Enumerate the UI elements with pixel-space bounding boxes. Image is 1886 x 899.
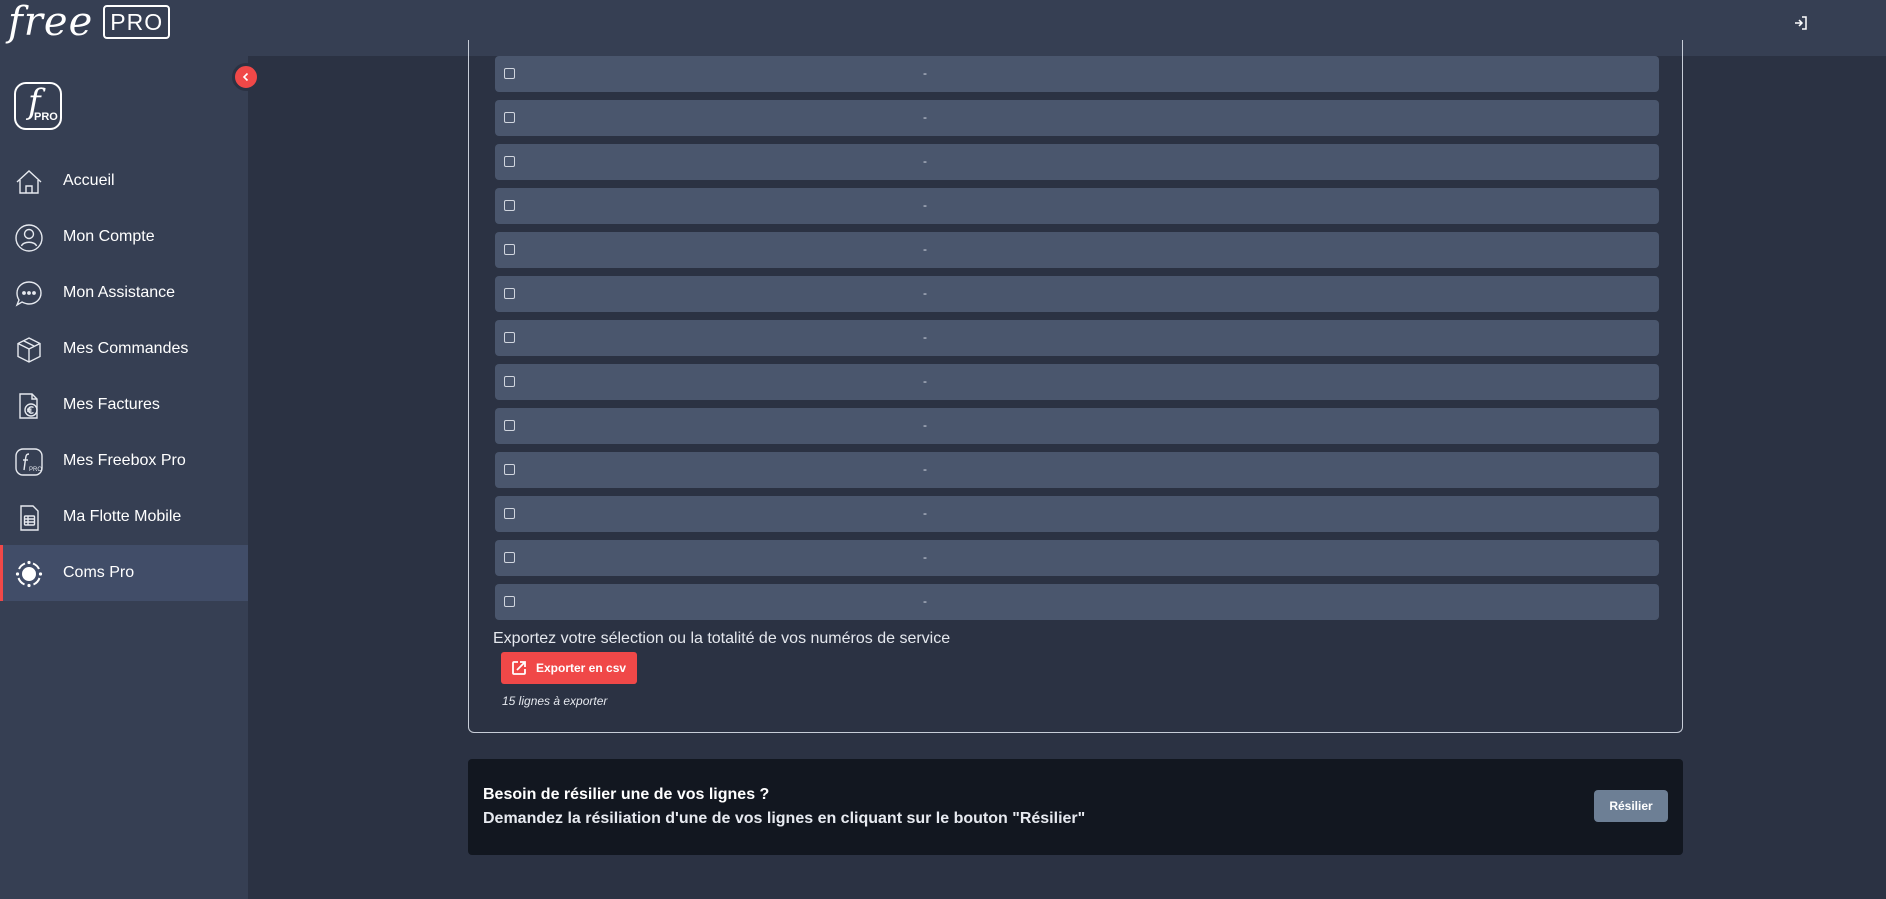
sidebar-nav: Accueil Mon Compte Mon Assistance Mes Co… <box>0 153 248 601</box>
sidebar-item-label: Accueil <box>63 172 115 189</box>
row-checkbox[interactable] <box>504 596 515 607</box>
list-item: - <box>495 364 1659 400</box>
home-icon <box>16 170 42 194</box>
sidebar-item-mes-commandes[interactable]: Mes Commandes <box>0 321 248 377</box>
row-value: - <box>923 154 927 168</box>
row-checkbox[interactable] <box>504 112 515 123</box>
service-number-list: - - - - - - - - - - - - - <box>495 56 1659 628</box>
row-value: - <box>923 66 927 80</box>
row-checkbox[interactable] <box>504 464 515 475</box>
invoice-euro-icon <box>19 393 38 419</box>
row-value: - <box>923 242 927 256</box>
logout-icon[interactable] <box>1792 14 1810 32</box>
row-value: - <box>923 594 927 608</box>
sidebar-item-label: Coms Pro <box>63 564 135 581</box>
row-value: - <box>923 550 927 564</box>
sidebar-item-mes-freebox-pro[interactable]: PRO Mes Freebox Pro <box>0 433 248 489</box>
list-item: - <box>495 276 1659 312</box>
resilier-button[interactable]: Résilier <box>1594 790 1668 822</box>
list-item: - <box>495 56 1659 92</box>
list-item: - <box>495 584 1659 620</box>
sidebar-item-mon-assistance[interactable]: Mon Assistance <box>0 265 248 321</box>
row-checkbox[interactable] <box>504 156 515 167</box>
chat-bubble-icon <box>15 281 42 307</box>
row-checkbox[interactable] <box>504 288 515 299</box>
row-value: - <box>923 286 927 300</box>
row-value: - <box>923 110 927 124</box>
sidebar-item-label: Mon Compte <box>63 228 155 245</box>
list-item: - <box>495 144 1659 180</box>
row-value: - <box>923 330 927 344</box>
svg-text:PRO: PRO <box>29 467 42 473</box>
row-value: - <box>923 198 927 212</box>
sidebar-item-label: Ma Flotte Mobile <box>63 508 182 525</box>
list-item: - <box>495 232 1659 268</box>
sidebar-item-label: Mes Commandes <box>63 340 189 357</box>
sidebar-item-label: Mes Factures <box>63 396 160 413</box>
export-csv-button[interactable]: Exporter en csv <box>501 652 637 684</box>
list-item: - <box>495 452 1659 488</box>
list-item: - <box>495 540 1659 576</box>
sidebar-collapse-button[interactable] <box>232 63 260 91</box>
list-item: - <box>495 100 1659 136</box>
row-checkbox[interactable] <box>504 376 515 387</box>
free-pro-logo[interactable]: free PRO <box>8 0 171 45</box>
resiliation-description: Demandez la résiliation d'une de vos lig… <box>483 810 1086 827</box>
row-checkbox[interactable] <box>504 552 515 563</box>
user-icon <box>15 224 43 252</box>
logo-pro-text: PRO <box>103 5 171 39</box>
row-checkbox[interactable] <box>504 244 515 255</box>
row-checkbox[interactable] <box>504 508 515 519</box>
chevron-left-icon <box>242 72 249 82</box>
row-value: - <box>923 418 927 432</box>
sidebar-item-ma-flotte-mobile[interactable]: Ma Flotte Mobile <box>0 489 248 545</box>
list-item: - <box>495 496 1659 532</box>
resiliation-card: Besoin de résilier une de vos lignes ? D… <box>468 759 1683 855</box>
export-icon <box>512 661 526 675</box>
sidebar-item-coms-pro[interactable]: Coms Pro <box>0 545 248 601</box>
row-value: - <box>923 374 927 388</box>
list-item: - <box>495 320 1659 356</box>
coms-pro-icon <box>15 560 43 588</box>
sidebar-item-mon-compte[interactable]: Mon Compte <box>0 209 248 265</box>
sidebar-logo: f PRO <box>14 82 62 130</box>
row-value: - <box>923 462 927 476</box>
sidebar-item-label: Mon Assistance <box>63 284 176 301</box>
export-description: Exportez votre sélection ou la totalité … <box>493 630 951 647</box>
list-item: - <box>495 408 1659 444</box>
sidebar-item-mes-factures[interactable]: Mes Factures <box>0 377 248 433</box>
export-csv-label: Exporter en csv <box>536 661 627 675</box>
row-checkbox[interactable] <box>504 68 515 79</box>
row-checkbox[interactable] <box>504 420 515 431</box>
sidebar-item-label: Mes Freebox Pro <box>63 452 186 469</box>
resiliation-title: Besoin de résilier une de vos lignes ? <box>483 786 770 803</box>
sim-card-icon <box>20 505 39 531</box>
service-numbers-panel: - - - - - - - - - - - - - Exportez votre… <box>468 40 1683 733</box>
package-icon <box>17 337 41 363</box>
row-value: - <box>923 506 927 520</box>
row-checkbox[interactable] <box>504 200 515 211</box>
export-count: 15 lignes à exporter <box>502 694 608 708</box>
freebox-icon: PRO <box>15 448 43 476</box>
list-item: - <box>495 188 1659 224</box>
sidebar-logo-pro: PRO <box>34 111 58 123</box>
logo-free-text: free <box>8 0 94 45</box>
row-checkbox[interactable] <box>504 332 515 343</box>
sidebar-item-accueil[interactable]: Accueil <box>0 153 248 209</box>
